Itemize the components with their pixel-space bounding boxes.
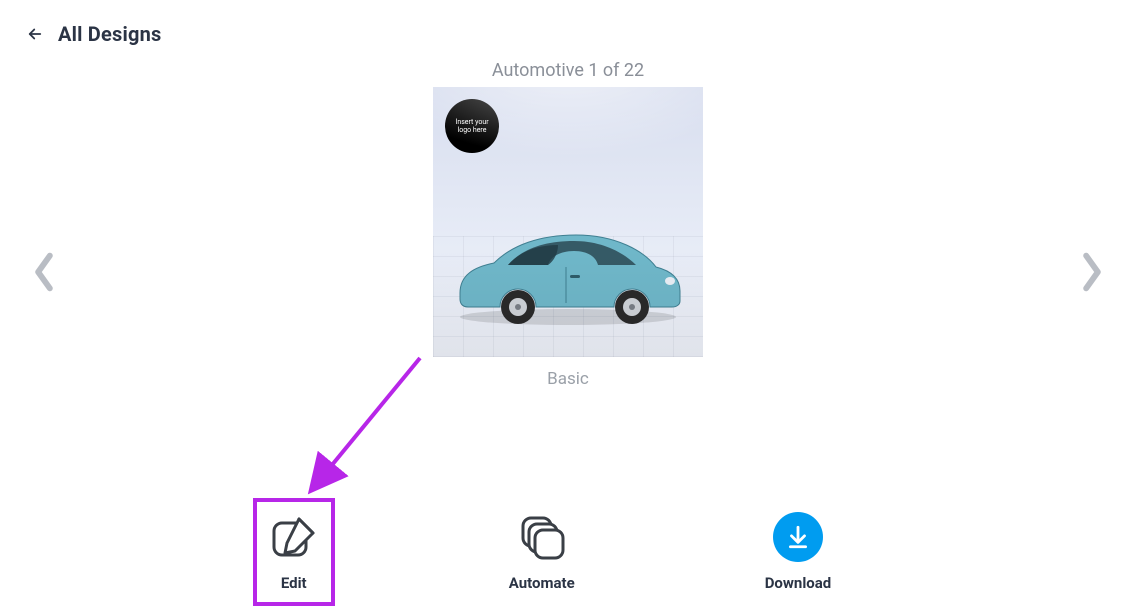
carousel-counter: Automotive 1 of 22 [492,60,644,81]
download-icon [773,512,823,562]
back-arrow-icon[interactable] [26,25,44,43]
download-label: Download [765,574,832,592]
design-thumbnail[interactable]: Insert your logo here [433,87,703,357]
edit-label: Edit [281,574,307,592]
logo-placeholder-badge: Insert your logo here [445,99,499,153]
page-title: All Designs [58,22,161,46]
design-caption: Basic [547,369,589,389]
edit-icon [269,512,319,562]
download-button[interactable]: Download [765,512,832,592]
edit-button[interactable]: Edit [269,512,319,592]
main-content: Automotive 1 of 22 Insert your logo here [0,46,1136,389]
automate-button[interactable]: Automate [509,512,575,592]
action-row: Edit Automate Download [0,512,1118,592]
automate-icon [517,512,567,562]
header: All Designs [0,0,1136,46]
automate-label: Automate [509,574,575,592]
thumbnail-floor-grid [433,236,703,358]
